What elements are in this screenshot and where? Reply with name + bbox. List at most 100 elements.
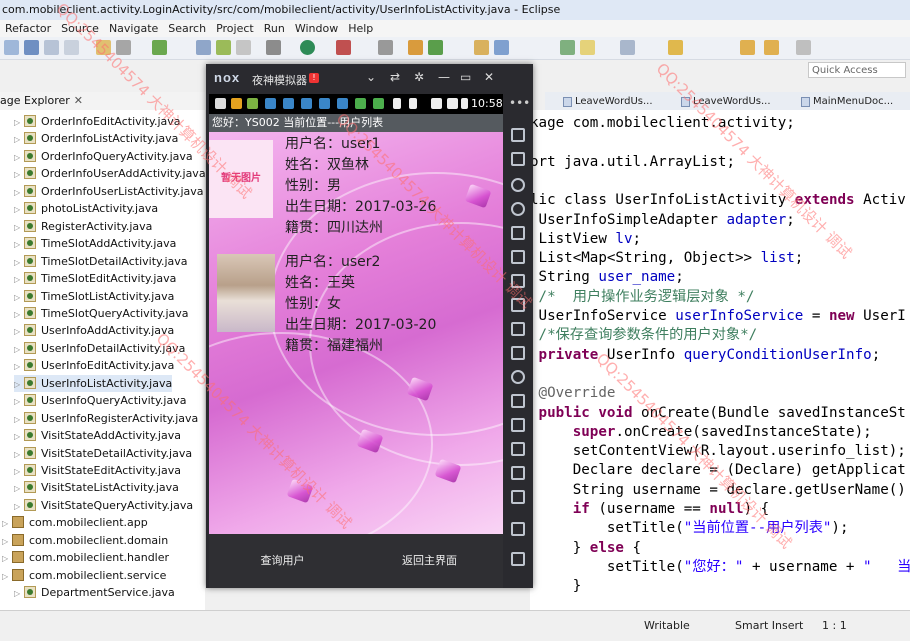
chevron-right-icon[interactable]: ▷ bbox=[14, 323, 24, 340]
chevron-right-icon[interactable]: ▷ bbox=[14, 376, 24, 393]
tree-file-item[interactable]: ▷ DepartmentService.java bbox=[14, 584, 175, 601]
chevron-right-icon[interactable]: ▷ bbox=[14, 585, 24, 602]
new-class-icon[interactable] bbox=[408, 40, 423, 55]
menu-help[interactable]: Help bbox=[343, 20, 378, 37]
phone-icon[interactable] bbox=[511, 128, 525, 142]
tree-file-item[interactable]: ▷ OrderInfoUserListActivity.java bbox=[14, 183, 204, 200]
check-icon[interactable] bbox=[152, 40, 167, 55]
gear-icon[interactable]: ✲ bbox=[414, 70, 424, 84]
tree-file-item[interactable]: ▷ TimeSlotAddActivity.java bbox=[14, 235, 176, 252]
keyboard-icon[interactable] bbox=[511, 226, 525, 240]
print-icon[interactable] bbox=[64, 40, 79, 55]
chevron-right-icon[interactable]: ▷ bbox=[14, 411, 24, 428]
chevron-right-icon[interactable]: ▷ bbox=[2, 550, 12, 567]
back-icon[interactable] bbox=[511, 490, 525, 504]
tree-file-item[interactable]: ▷ OrderInfoUserAddActivity.java bbox=[14, 165, 205, 182]
user-list-item[interactable]: 用户名：user2 姓名：王英 性别：女 出生日期：2017-03-20 籍贯：… bbox=[209, 250, 503, 370]
back-icon[interactable] bbox=[740, 40, 755, 55]
menu-window[interactable]: Window bbox=[290, 20, 343, 37]
chevron-right-icon[interactable]: ▷ bbox=[14, 358, 24, 375]
back-to-main-button[interactable]: 返回主界面 bbox=[356, 534, 503, 588]
pin-icon[interactable]: ⇄ bbox=[390, 70, 400, 84]
code-editor[interactable]: kage com.mobileclient.activity; ort java.… bbox=[530, 110, 910, 610]
sdk-manager-icon[interactable] bbox=[196, 40, 211, 55]
menu-navigate[interactable]: Navigate bbox=[104, 20, 163, 37]
menu-project[interactable]: Project bbox=[211, 20, 259, 37]
menu-run[interactable]: Run bbox=[259, 20, 290, 37]
volume-down-icon[interactable] bbox=[511, 322, 525, 336]
last-edit-icon[interactable] bbox=[796, 40, 811, 55]
close-icon[interactable]: ✕ bbox=[74, 94, 83, 107]
user-list-item[interactable]: 暂无图片 用户名：user1 姓名：双鱼林 性别：男 出生日期：2017-03-… bbox=[209, 132, 503, 252]
menu-icon[interactable] bbox=[511, 466, 525, 480]
tree-file-item[interactable]: ▷ UserInfoQueryActivity.java bbox=[14, 392, 186, 409]
robot-icon[interactable] bbox=[511, 152, 525, 166]
tree-file-item[interactable]: ▷ UserInfoListActivity.java bbox=[14, 374, 173, 393]
minimize-icon[interactable]: — bbox=[438, 70, 450, 84]
run-icon[interactable] bbox=[300, 40, 315, 55]
chevron-right-icon[interactable]: ▷ bbox=[14, 166, 24, 183]
chevron-right-icon[interactable]: ▷ bbox=[14, 219, 24, 236]
home-icon[interactable] bbox=[511, 522, 525, 536]
chevron-right-icon[interactable]: ▷ bbox=[14, 480, 24, 497]
format-icon[interactable] bbox=[620, 40, 635, 55]
chevron-right-icon[interactable]: ▷ bbox=[14, 201, 24, 218]
terminal-icon[interactable] bbox=[116, 40, 131, 55]
chevron-right-icon[interactable]: ▷ bbox=[14, 341, 24, 358]
fullscreen-icon[interactable] bbox=[511, 274, 525, 288]
tree-file-item[interactable]: ▷ photoListActivity.java bbox=[14, 200, 158, 217]
open-type-icon[interactable] bbox=[96, 40, 111, 55]
recent-apps-icon[interactable] bbox=[511, 552, 525, 566]
chevron-right-icon[interactable]: ▷ bbox=[14, 149, 24, 166]
tree-file-item[interactable]: ▷ TimeSlotListActivity.java bbox=[14, 288, 174, 305]
chevron-right-icon[interactable]: ▷ bbox=[14, 254, 24, 271]
lint-icon[interactable] bbox=[236, 40, 251, 55]
chevron-right-icon[interactable]: ▷ bbox=[14, 498, 24, 515]
tree-package-item[interactable]: ▷ com.mobileclient.domain bbox=[2, 532, 168, 549]
tree-file-item[interactable]: ▷ UserInfoEditActivity.java bbox=[14, 357, 174, 374]
scissors-icon[interactable] bbox=[511, 178, 525, 192]
chevron-right-icon[interactable]: ▷ bbox=[14, 184, 24, 201]
external-tools-icon[interactable] bbox=[336, 40, 351, 55]
shake-icon[interactable] bbox=[511, 370, 525, 384]
tree-file-item[interactable]: ▷ TimeSlotQueryActivity.java bbox=[14, 305, 189, 322]
apk-icon[interactable] bbox=[511, 250, 525, 264]
tree-file-item[interactable]: ▷ UserInfoDetailActivity.java bbox=[14, 340, 185, 357]
share-icon[interactable] bbox=[511, 346, 525, 360]
menu-search[interactable]: Search bbox=[163, 20, 211, 37]
tree-file-item[interactable]: ▷ UserInfoRegisterActivity.java bbox=[14, 410, 198, 427]
chevron-right-icon[interactable]: ▷ bbox=[2, 515, 12, 532]
tree-file-item[interactable]: ▷ VisitStateAddActivity.java bbox=[14, 427, 181, 444]
tree-file-item[interactable]: ▷ TimeSlotEditActivity.java bbox=[14, 270, 176, 287]
volume-up-icon[interactable] bbox=[511, 298, 525, 312]
tree-file-item[interactable]: ▷ RegisterActivity.java bbox=[14, 218, 152, 235]
forward-icon[interactable] bbox=[764, 40, 779, 55]
tree-file-item[interactable]: ▷ OrderInfoEditActivity.java bbox=[14, 113, 181, 130]
chevron-right-icon[interactable]: ▷ bbox=[14, 114, 24, 131]
chevron-right-icon[interactable]: ▷ bbox=[14, 446, 24, 463]
menu-refactor[interactable]: Refactor bbox=[0, 20, 56, 37]
new-package-icon[interactable] bbox=[428, 40, 443, 55]
chevron-right-icon[interactable]: ▷ bbox=[2, 568, 12, 585]
tree-file-item[interactable]: ▷ TimeSlotDetailActivity.java bbox=[14, 253, 188, 270]
chevron-right-icon[interactable]: ▷ bbox=[14, 236, 24, 253]
tree-file-item[interactable]: ▷ OrderInfoQueryActivity.java bbox=[14, 148, 193, 165]
pin-icon[interactable] bbox=[378, 40, 393, 55]
macro-icon[interactable] bbox=[511, 394, 525, 408]
tab-mainmenu[interactable]: MainMenuDoc... bbox=[799, 94, 893, 110]
close-icon[interactable]: ✕ bbox=[484, 70, 494, 84]
tree-file-item[interactable]: ▷ VisitStateEditActivity.java bbox=[14, 462, 181, 479]
chevron-right-icon[interactable]: ▷ bbox=[14, 393, 24, 410]
tree-package-item[interactable]: ▷ com.mobileclient.service bbox=[2, 567, 166, 584]
query-user-button[interactable]: 查询用户 bbox=[209, 534, 356, 588]
chevron-right-icon[interactable]: ▷ bbox=[14, 463, 24, 480]
tree-file-item[interactable]: ▷ UserInfoAddActivity.java bbox=[14, 322, 174, 339]
search-icon[interactable] bbox=[494, 40, 509, 55]
maximize-icon[interactable]: ▭ bbox=[460, 70, 471, 84]
tree-file-item[interactable]: ▷ OrderInfoListActivity.java bbox=[14, 130, 178, 147]
more-icon[interactable]: ••• bbox=[509, 96, 530, 110]
camera-icon[interactable] bbox=[511, 418, 525, 432]
chevron-right-icon[interactable]: ▷ bbox=[14, 131, 24, 148]
save-icon[interactable] bbox=[24, 40, 39, 55]
open-folder-icon[interactable] bbox=[474, 40, 489, 55]
